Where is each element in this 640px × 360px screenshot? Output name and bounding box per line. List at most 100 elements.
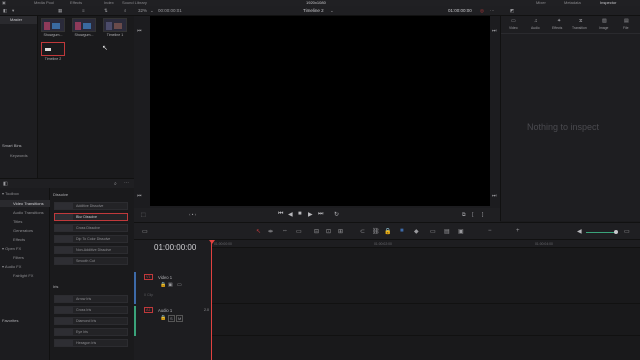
image-tab-icon[interactable]: ▧ <box>602 18 607 24</box>
zoom-full-icon[interactable]: ▭ <box>430 228 436 235</box>
timeline-ruler[interactable]: 01:00:00:00 01:00:02:00 01:00:04:00 <box>212 240 640 248</box>
tree-video-transitions[interactable]: Video Transitions <box>0 200 50 207</box>
lock-icon[interactable]: 🔒 <box>160 315 166 321</box>
tab-audio[interactable]: Audio <box>531 26 540 30</box>
tree-audio-transitions[interactable]: Audio Transitions <box>13 210 44 215</box>
effect-arrow-iris[interactable]: Arrow Iris <box>54 295 128 303</box>
overwrite-clip-icon[interactable]: ⊡ <box>326 228 331 235</box>
top-tab-sound-library[interactable]: Sound Library <box>122 0 147 5</box>
chevron-down-icon[interactable]: ⌄ <box>330 7 334 14</box>
panel-toggle-icon[interactable]: ◧ <box>3 181 8 187</box>
clip-thumbnail[interactable] <box>41 18 65 32</box>
transition-tab-icon[interactable]: ⧖ <box>579 18 583 24</box>
auto-select-icon[interactable]: ▣ <box>168 282 173 288</box>
effect-non-additive-dissolve[interactable]: Non-Additive Dissolve <box>54 246 128 254</box>
timeline-selector[interactable]: Timeline 2 <box>303 7 324 14</box>
timeline-thumbnail-selected[interactable] <box>41 42 65 56</box>
blade-tool-icon[interactable]: ▭ <box>296 228 302 235</box>
timeline-area[interactable]: 01:00:00:00 01:00:02:00 01:00:04:00 <box>209 240 640 360</box>
top-tab-index[interactable]: Index <box>104 0 114 5</box>
lock-icon[interactable]: 🔒 <box>160 282 166 288</box>
snapping-icon[interactable]: ⊂ <box>360 228 365 235</box>
effect-eye-iris[interactable]: Eye Iris <box>54 328 128 336</box>
tree-titles[interactable]: Titles <box>13 219 22 224</box>
tab-video[interactable]: Video <box>509 26 518 30</box>
first-frame-icon[interactable]: ⏮ <box>278 211 283 218</box>
audio-track-id[interactable]: A1 <box>144 307 153 313</box>
list-view-icon[interactable]: ▾ <box>12 7 14 14</box>
play-reverse-icon[interactable]: ◀ <box>288 211 293 218</box>
mark-in-icon[interactable]: [ <box>472 212 473 218</box>
effect-cross-iris[interactable]: Cross Iris <box>54 306 128 314</box>
sort-icon[interactable]: ⇅ <box>104 7 108 14</box>
zoom-detail-icon[interactable]: ▤ <box>444 228 450 235</box>
playhead[interactable] <box>211 240 212 360</box>
mark-out-icon[interactable]: ] <box>482 212 483 218</box>
trim-tool-icon[interactable]: ⇹ <box>268 228 273 235</box>
file-tab-icon[interactable]: ▤ <box>624 18 629 24</box>
top-tab-metadata[interactable]: Metadata <box>564 0 581 5</box>
zoom-custom-icon[interactable]: ▣ <box>458 228 464 235</box>
more-options-icon[interactable]: ⋯ <box>490 7 495 14</box>
top-tab-effects[interactable]: Effects <box>70 0 82 5</box>
effect-hexagon-iris[interactable]: Hexagon Iris <box>54 339 128 347</box>
bin-master[interactable]: Master <box>0 16 37 24</box>
zoom-in-icon[interactable]: + <box>516 228 520 234</box>
solo-button[interactable]: S <box>168 315 175 322</box>
play-icon[interactable]: ▶ <box>308 211 313 218</box>
zoom-level[interactable]: 32% <box>138 7 147 14</box>
tab-transition[interactable]: Transition <box>572 26 587 30</box>
replace-clip-icon[interactable]: ⊞ <box>338 228 343 235</box>
top-tab-inspector[interactable]: Inspector <box>600 0 616 5</box>
video-tab-icon[interactable]: ▭ <box>511 18 516 24</box>
search-icon[interactable]: ⌕ <box>124 7 127 14</box>
video-track-lane[interactable] <box>212 272 640 304</box>
tree-open-fx[interactable]: ▾ Open FX <box>2 246 21 251</box>
chevron-down-icon[interactable]: ⌄ <box>150 7 154 14</box>
zoom-out-icon[interactable]: − <box>488 228 492 234</box>
dynamic-trim-icon[interactable]: ⇔ <box>282 228 288 234</box>
inspector-options-icon[interactable]: ◩ <box>510 7 514 14</box>
tree-generators[interactable]: Generators <box>13 228 33 233</box>
effect-dip-to-color-dissolve[interactable]: Dip To Color Dissolve <box>54 235 128 243</box>
insert-clip-icon[interactable]: ⊟ <box>314 228 319 235</box>
video-track-id[interactable]: V1 <box>144 274 153 280</box>
mute-button[interactable]: M <box>176 315 184 322</box>
top-tab-media-pool[interactable]: Media Pool <box>34 0 54 5</box>
tree-filters[interactable]: Filters <box>13 255 24 260</box>
last-frame-icon[interactable]: ⏭ <box>318 211 323 218</box>
volume-slider-handle[interactable] <box>614 230 618 234</box>
jog-control[interactable]: ‹ • › <box>189 212 196 217</box>
tree-effects[interactable]: Effects <box>13 237 25 242</box>
audio-tab-icon[interactable]: ♫ <box>534 18 538 24</box>
link-icon[interactable]: ⛓ <box>372 228 380 235</box>
selection-tool-icon[interactable]: ↖ <box>256 228 261 235</box>
safe-area-icon[interactable]: ⬚ <box>141 212 146 218</box>
tree-audio-fx[interactable]: ▾ Audio FX <box>2 264 21 269</box>
next-edit-icon[interactable]: ⏭ <box>492 193 497 199</box>
effect-diamond-iris[interactable]: Diamond Iris <box>54 317 128 325</box>
tree-toolbox[interactable]: ▾ Toolbox <box>2 191 19 196</box>
tab-image[interactable]: Image <box>599 26 608 30</box>
tab-effects[interactable]: Effects <box>552 26 562 30</box>
next-edit-icon[interactable]: ⏭ <box>492 28 497 34</box>
playhead-handle[interactable] <box>209 240 215 244</box>
tab-file[interactable]: File <box>623 26 628 30</box>
marker-icon[interactable]: ◆ <box>414 228 419 235</box>
viewer-screen[interactable] <box>150 16 490 206</box>
audio-track-lane[interactable] <box>212 304 640 336</box>
flag-icon[interactable]: ■ <box>400 228 404 234</box>
thumbnail-view-icon[interactable]: ▦ <box>58 7 62 14</box>
match-frame-icon[interactable]: ⧉ <box>462 212 466 218</box>
search-icon[interactable]: ⌕ <box>114 181 117 187</box>
lock-icon[interactable]: 🔒 <box>384 228 391 235</box>
audio-meter-icon[interactable]: ▭ <box>624 228 630 235</box>
panel-toggle-icon[interactable]: ◧ <box>3 7 7 14</box>
sync-icon[interactable]: ◎ <box>480 7 484 14</box>
list-icon[interactable]: ≡ <box>82 7 85 14</box>
effect-smooth-cut[interactable]: Smooth Cut <box>54 257 128 265</box>
stop-icon[interactable]: ■ <box>298 211 302 217</box>
layout-icon[interactable]: ▣ <box>2 0 6 5</box>
smart-bin-keywords[interactable]: Keywords <box>10 153 28 158</box>
timeline-thumbnail[interactable] <box>103 18 127 32</box>
